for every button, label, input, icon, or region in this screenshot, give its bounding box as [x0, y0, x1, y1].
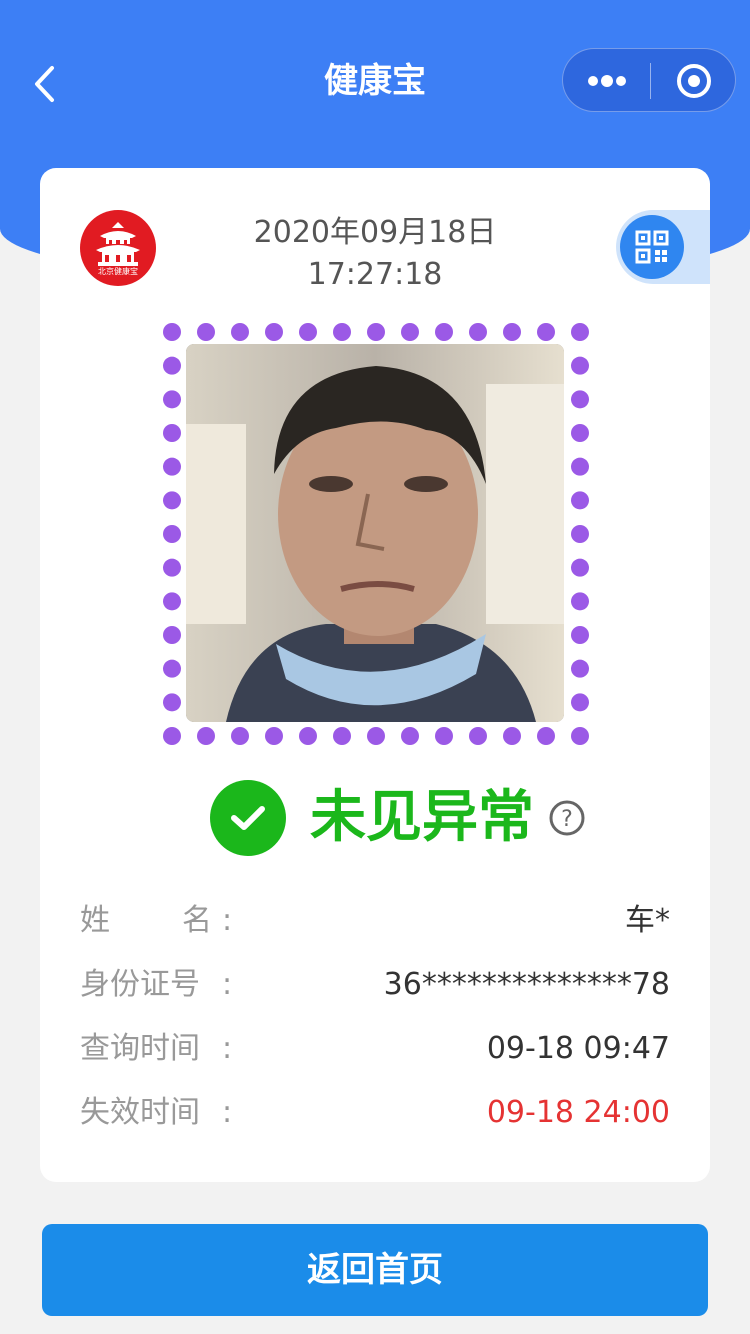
target-circle-icon — [677, 64, 711, 98]
portrait-image — [186, 344, 564, 722]
more-button[interactable] — [563, 49, 650, 113]
frame-dot — [299, 323, 317, 341]
info-colon: : — [222, 967, 233, 1002]
frame-dot — [571, 424, 589, 442]
frame-dot — [571, 390, 589, 409]
frame-dot — [333, 323, 351, 341]
frame-dot — [163, 390, 181, 409]
info-colon: : — [222, 1095, 233, 1130]
info-label: 身份证号 — [80, 967, 200, 1002]
frame-dot — [571, 693, 589, 712]
svg-text:?: ? — [561, 807, 573, 832]
frame-dot — [571, 525, 589, 543]
photo-frame — [158, 318, 594, 750]
info-value-query-time: 09-18 09:47 — [486, 1031, 670, 1066]
frame-dot — [163, 525, 181, 543]
frame-dot — [469, 323, 487, 341]
info-value-id: 36**************78 — [383, 967, 670, 1002]
frame-dot — [265, 727, 283, 745]
frame-dot — [401, 323, 419, 341]
return-home-button[interactable]: 返回首页 — [42, 1224, 708, 1316]
frame-dot — [163, 626, 181, 644]
frame-dot — [571, 457, 589, 476]
frame-dot — [163, 558, 181, 577]
frame-dot — [163, 457, 181, 476]
frame-dot — [367, 727, 385, 745]
frame-dot — [571, 727, 589, 745]
qr-code-icon — [635, 230, 669, 264]
info-colon: : — [222, 903, 233, 938]
frame-dot — [163, 592, 181, 611]
frame-dot — [571, 491, 589, 510]
query-time: 17:27:18 — [307, 257, 443, 292]
frame-dot — [503, 727, 521, 745]
info-label: 查询时间 — [80, 1031, 200, 1066]
info-label: 姓名 — [80, 903, 284, 938]
user-photo — [186, 344, 564, 722]
frame-dot — [571, 592, 589, 611]
frame-dot — [163, 491, 181, 510]
info-value-name: 车* — [625, 903, 670, 938]
health-card: 北京健康宝 2020年09月18日 17:27:18 未见异常 ? 姓名: 车… — [40, 168, 710, 1182]
more-dots-icon — [587, 75, 626, 87]
frame-dot — [231, 727, 249, 745]
frame-dot — [537, 727, 555, 745]
mini-program-capsule — [562, 48, 736, 112]
frame-dot — [231, 323, 249, 341]
frame-dot — [571, 356, 589, 375]
frame-dot — [469, 727, 487, 745]
info-value-expire-time: 09-18 24:00 — [486, 1095, 670, 1130]
frame-dot — [197, 727, 215, 745]
frame-dot — [163, 659, 181, 678]
frame-dot — [163, 727, 181, 745]
frame-dot — [367, 323, 385, 341]
frame-dot — [197, 323, 215, 341]
frame-dot — [333, 727, 351, 745]
frame-dot — [163, 693, 181, 712]
info-row-query-time: 查询时间 : 09-18 09:47 — [80, 1027, 670, 1071]
info-row-name: 姓名 : 车* — [80, 899, 670, 943]
frame-dot — [571, 558, 589, 577]
frame-dot — [571, 323, 589, 341]
frame-dot — [401, 727, 419, 745]
frame-dot — [435, 727, 453, 745]
help-button[interactable]: ? — [548, 799, 586, 837]
info-colon: : — [222, 1031, 233, 1066]
info-row-expire-time: 失效时间 : 09-18 24:00 — [80, 1091, 670, 1135]
close-program-button[interactable] — [651, 49, 737, 113]
question-circle-icon: ? — [549, 800, 585, 836]
frame-dot — [265, 323, 283, 341]
info-row-id: 身份证号 : 36**************78 — [80, 963, 670, 1007]
frame-dot — [571, 626, 589, 644]
frame-dot — [299, 727, 317, 745]
check-circle-icon — [210, 780, 286, 856]
health-status: 未见异常 ? — [210, 780, 630, 856]
qr-code-button[interactable] — [620, 215, 684, 279]
frame-dot — [163, 424, 181, 442]
frame-dot — [571, 659, 589, 678]
frame-dot — [503, 323, 521, 341]
frame-dot — [435, 323, 453, 341]
frame-dot — [537, 323, 555, 341]
frame-dot — [163, 323, 181, 341]
status-text: 未见异常 — [310, 785, 534, 850]
info-label: 失效时间 — [80, 1095, 200, 1130]
frame-dot — [163, 356, 181, 375]
qr-code-tab — [616, 210, 710, 284]
query-date: 2020年09月18日 — [253, 215, 497, 250]
